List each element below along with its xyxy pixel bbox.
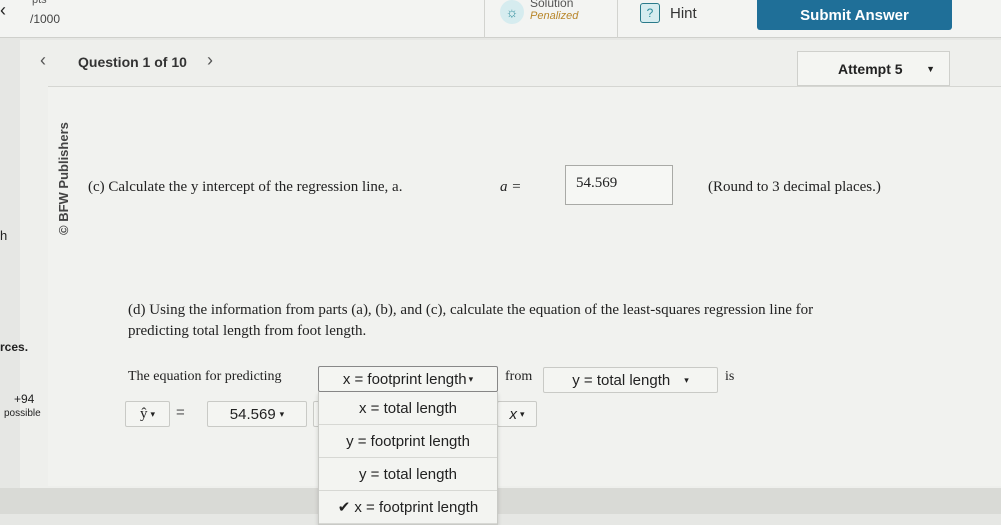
is-text: is bbox=[725, 369, 735, 384]
option-label: y = total length bbox=[359, 465, 457, 483]
part-d-line1: (d) Using the information from parts (a)… bbox=[128, 302, 814, 318]
points-partial: pts bbox=[32, 0, 47, 6]
part-c-text: (c) Calculate the y intercept of the reg… bbox=[88, 179, 403, 195]
top-bar: ‹ pts /1000 ☼ Solution Penalized ? Hint … bbox=[0, 0, 1001, 38]
lhs-value: ŷ bbox=[139, 405, 148, 422]
side-points: +94 bbox=[14, 392, 35, 406]
solution-label: Solution bbox=[530, 0, 574, 10]
lightbulb-icon: ☼ bbox=[500, 0, 524, 24]
hint-button[interactable]: ? Hint bbox=[640, 3, 697, 23]
option-label: y = footprint length bbox=[346, 432, 470, 450]
dropdown-menu: x = total length y = footprint length y … bbox=[318, 392, 498, 525]
bottom-band bbox=[0, 488, 1001, 514]
intercept-value: 54.569 bbox=[229, 405, 276, 423]
attempt-select[interactable]: Attempt 5 ▼ bbox=[797, 51, 950, 86]
x-value: x bbox=[509, 405, 517, 423]
x-select[interactable]: x ▾ bbox=[497, 401, 537, 427]
dropdown-arrow-icon: ▼ bbox=[926, 63, 935, 74]
option-label: x = total length bbox=[359, 399, 457, 417]
part-d-line2: predicting total length from foot length… bbox=[128, 323, 367, 339]
from-select[interactable]: y = total length ▾ bbox=[543, 367, 718, 393]
side-possible: possible bbox=[4, 408, 41, 419]
from-select-value: y = total length bbox=[572, 371, 671, 389]
option-label: x = footprint length bbox=[354, 498, 479, 516]
intercept-input[interactable]: 54.569 bbox=[565, 165, 673, 205]
hint-label: Hint bbox=[670, 4, 697, 22]
side-fragment: h bbox=[0, 228, 8, 243]
from-text: from bbox=[505, 369, 533, 384]
back-chevron-icon[interactable]: ‹ bbox=[0, 0, 6, 21]
hint-icon: ? bbox=[640, 3, 660, 23]
a-variable: a = bbox=[500, 179, 522, 195]
attempt-label: Attempt 5 bbox=[838, 60, 903, 77]
question-label: Question 1 of 10 bbox=[78, 54, 187, 70]
next-question-icon[interactable]: › bbox=[207, 50, 213, 71]
dropdown-option[interactable]: y = footprint length bbox=[319, 425, 497, 458]
check-icon: ✔ bbox=[337, 499, 351, 516]
solution-button[interactable]: ☼ Solution Penalized bbox=[500, 0, 578, 24]
dropdown-option[interactable]: x = total length bbox=[319, 392, 497, 425]
publisher-watermark: © BFW Publishers bbox=[56, 122, 71, 235]
side-fragment: rces. bbox=[0, 340, 29, 354]
predict-select[interactable]: x = footprint length ▾ bbox=[318, 366, 498, 392]
submit-answer-button[interactable]: Submit Answer bbox=[757, 0, 952, 30]
lhs-select[interactable]: ŷ ▾ bbox=[125, 401, 170, 427]
penalized-label: Penalized bbox=[530, 10, 579, 22]
equals-sign: = bbox=[176, 404, 185, 421]
dropdown-option-selected[interactable]: ✔ x = footprint length bbox=[319, 491, 497, 524]
round-note: (Round to 3 decimal places.) bbox=[708, 179, 881, 195]
intercept-select[interactable]: 54.569 ▾ bbox=[207, 401, 307, 427]
prev-question-icon[interactable]: ‹ bbox=[40, 50, 46, 71]
equation-prefix: The equation for predicting bbox=[128, 369, 282, 384]
dropdown-option[interactable]: y = total length bbox=[319, 458, 497, 491]
predict-select-value: x = footprint length bbox=[342, 370, 467, 388]
points-total: /1000 bbox=[30, 12, 61, 26]
